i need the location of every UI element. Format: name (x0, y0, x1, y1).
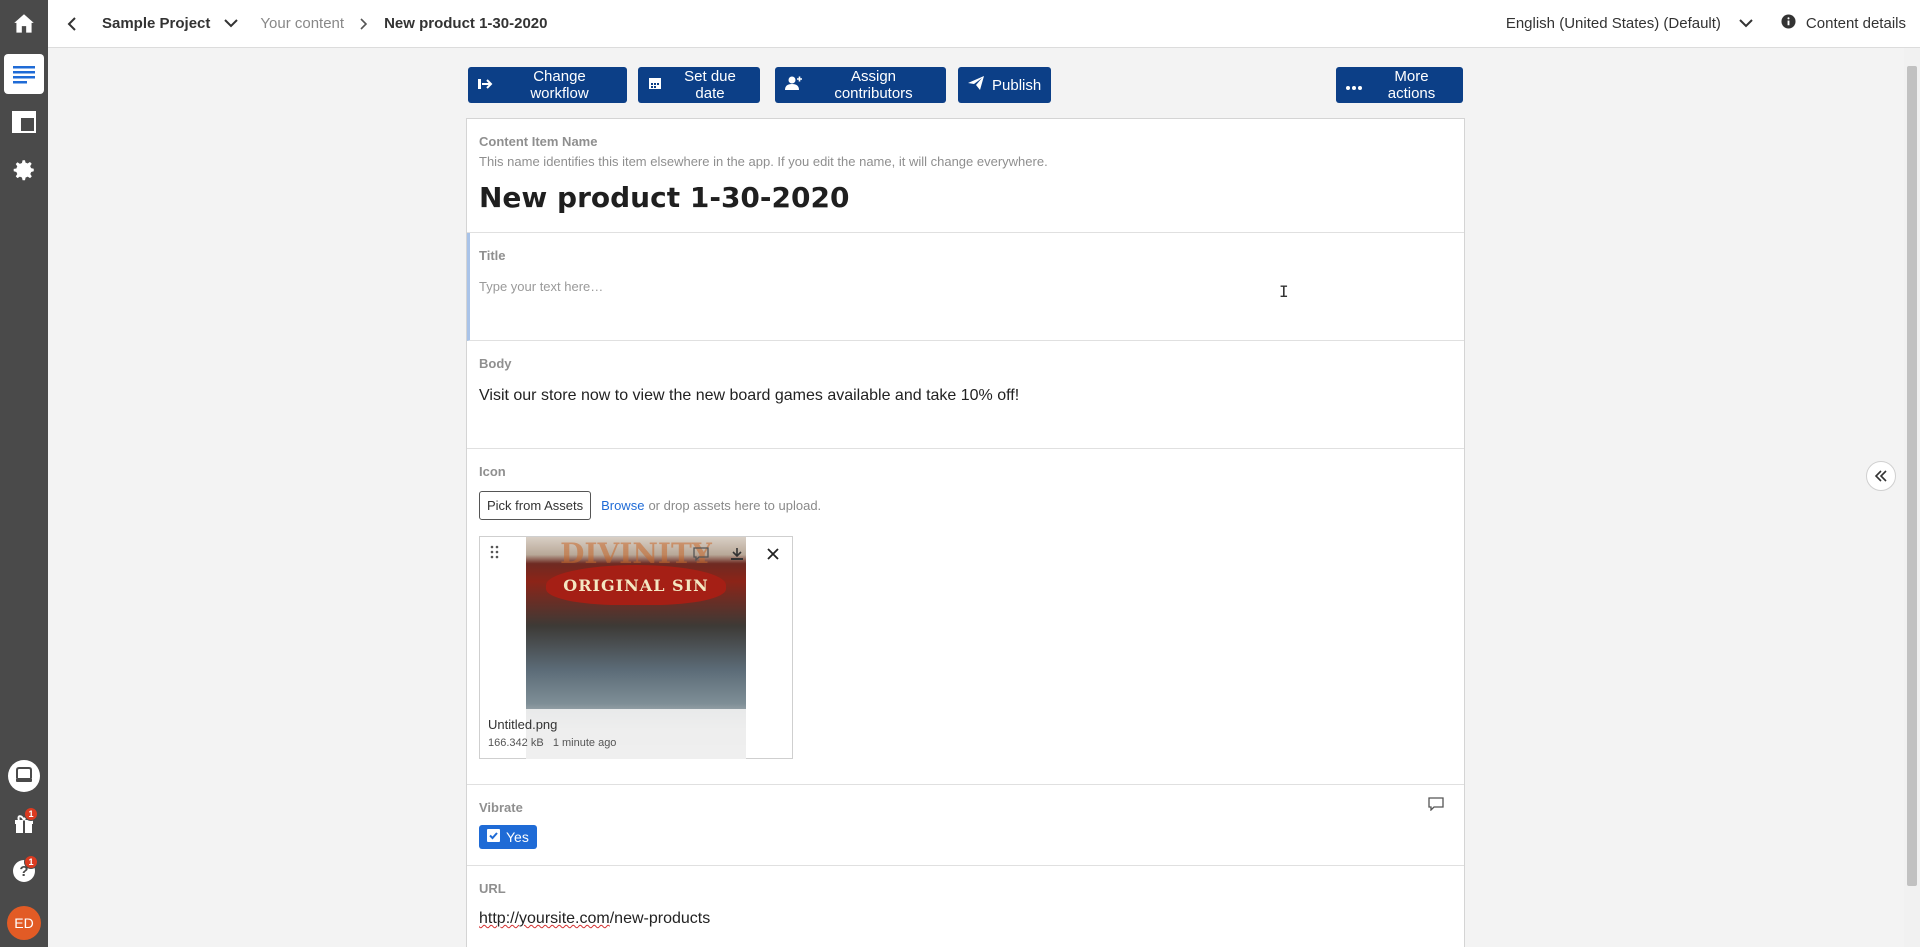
asset-uploaded-time: 1 minute ago (552, 737, 617, 749)
gift-icon[interactable]: 1 (4, 803, 44, 843)
info-icon (1781, 14, 1796, 33)
help-badge: 1 (24, 855, 38, 869)
content-details-label: Content details (1805, 15, 1906, 32)
vibrate-yes-checkbox[interactable]: Yes (479, 825, 537, 849)
url-label: URL (479, 881, 506, 896)
calendar-icon (648, 76, 662, 94)
content-list-icon[interactable] (4, 54, 44, 94)
assign-contributors-button[interactable]: Assign contributors (775, 67, 946, 103)
vibrate-label: Vibrate (479, 800, 523, 815)
top-bar: Sample Project Your content New product … (48, 0, 1920, 48)
content-item-editor: Content Item Name This name identifies t… (466, 118, 1465, 947)
body-input[interactable]: Visit our store now to view the new boar… (479, 387, 1452, 405)
checkbox-checked-icon (487, 829, 500, 845)
title-label: Title (479, 248, 506, 263)
content-item-name-label: Content Item Name (479, 134, 598, 149)
avatar[interactable]: ED (7, 906, 41, 940)
asset-tile[interactable]: DIVINITY ORIGINAL SIN Untitled.png 166.3… (479, 536, 793, 759)
icon-element: Icon Pick from Assets Browse or drop ass… (467, 449, 1464, 785)
breadcrumb-your-content[interactable]: Your content (260, 15, 344, 32)
change-workflow-button[interactable]: Change workflow (468, 67, 627, 103)
download-icon[interactable] (726, 543, 748, 565)
asset-file-name: Untitled.png (488, 717, 558, 732)
collapse-panel-button[interactable] (1866, 461, 1896, 491)
breadcrumb-current: New product 1-30-2020 (384, 15, 548, 32)
asset-meta: 166.342 kB 1 minute ago (488, 737, 616, 749)
comment-icon[interactable] (690, 543, 712, 565)
body-element: Body Visit our store now to view the new… (467, 341, 1464, 449)
feedback-icon[interactable] (4, 756, 44, 796)
url-scheme: http:// (479, 910, 520, 927)
vibrate-element: Vibrate Yes (467, 785, 1464, 866)
comment-icon[interactable] (1428, 797, 1444, 816)
browse-link[interactable]: Browse (601, 498, 644, 513)
chevron-down-icon[interactable] (1739, 19, 1753, 28)
thumbnail-caption-bg (526, 709, 746, 759)
title-element[interactable]: Title Type your text here… (467, 233, 1464, 341)
workflow-arrow-icon (478, 77, 494, 94)
title-input[interactable]: Type your text here… (479, 279, 1452, 294)
left-sidebar: 1 ? 1 ED (0, 0, 48, 947)
gifts-badge: 1 (24, 807, 38, 821)
url-input[interactable]: http://yoursite.com/new-products (479, 910, 1452, 928)
chevron-down-icon[interactable] (224, 19, 239, 28)
url-domain: yoursite.com (519, 910, 610, 927)
chevron-right-icon (360, 17, 368, 30)
thumbnail-title-text: ORIGINAL SIN (546, 565, 726, 605)
gear-icon[interactable] (4, 150, 44, 190)
content-item-name-input[interactable]: New product 1-30-2020 (479, 181, 1452, 214)
home-icon[interactable] (4, 4, 44, 44)
close-icon[interactable] (762, 543, 784, 565)
help-icon[interactable]: ? 1 (4, 851, 44, 891)
project-name[interactable]: Sample Project (102, 15, 210, 32)
asset-size: 166.342 kB (488, 737, 544, 749)
action-toolbar: Change workflow Set due date Assign cont… (468, 67, 1464, 103)
asset-thumbnail: DIVINITY ORIGINAL SIN (526, 537, 746, 759)
content-details-button[interactable]: Content details (1781, 14, 1906, 33)
url-path: /new-products (609, 910, 711, 927)
drop-assets-hint: or drop assets here to upload. (648, 498, 822, 513)
scrollbar-thumb[interactable] (1907, 66, 1917, 886)
text-cursor-icon: I (1279, 282, 1289, 301)
icon-label: Icon (479, 464, 506, 479)
content-item-name-help: This name identifies this item elsewhere… (479, 154, 1048, 169)
url-element: URL http://yoursite.com/new-products (467, 866, 1464, 947)
more-actions-button[interactable]: More actions (1336, 67, 1463, 103)
language-selector[interactable]: English (United States) (Default) (1506, 15, 1721, 32)
drag-handle-icon[interactable] (490, 545, 500, 564)
paper-plane-icon (968, 76, 984, 94)
content-item-name-section: Content Item Name This name identifies t… (467, 119, 1464, 233)
publish-button[interactable]: Publish (958, 67, 1051, 103)
vibrate-yes-label: Yes (506, 829, 529, 845)
ellipsis-icon (1346, 77, 1362, 94)
layout-icon[interactable] (4, 102, 44, 142)
set-due-date-button[interactable]: Set due date (638, 67, 760, 103)
body-label: Body (479, 356, 512, 371)
user-add-icon (785, 76, 803, 94)
back-button[interactable] (52, 0, 92, 48)
pick-from-assets-button[interactable]: Pick from Assets (479, 491, 592, 520)
